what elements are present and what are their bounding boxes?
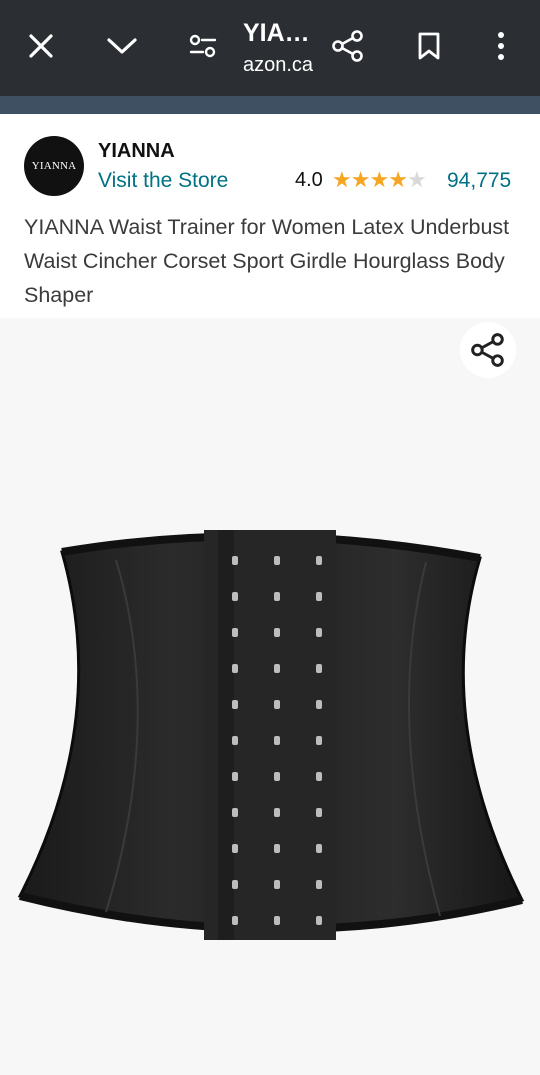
close-button[interactable] [17,22,65,70]
page-filter-icon [189,34,217,58]
brand-logo-text: YIANNA [31,160,77,172]
share-button[interactable] [324,22,372,70]
browser-top-bar: YIA… azon.ca [0,0,540,96]
product-image[interactable] [14,520,526,956]
close-icon [29,34,53,58]
star-empty-icon: ★ [406,167,427,192]
product-header: YIANNA YIANNA Visit the Store 4.0 ★★★★★ … [0,114,540,318]
more-vert-icon [498,32,504,60]
share-icon [332,30,363,62]
rating-value: 4.0 [295,169,323,191]
page-header-strip [0,96,540,114]
more-options-button[interactable] [477,22,525,70]
page-title: YIA… [243,19,310,47]
review-count-link[interactable]: 94,775 [447,169,511,193]
visit-store-link[interactable]: Visit the Store [98,169,228,193]
rating-stars[interactable]: ★★★★★ [332,167,427,193]
star-icon: ★ [388,167,408,192]
share-icon [471,333,504,367]
star-icon: ★ [332,167,352,192]
star-icon: ★ [350,167,371,192]
bookmark-button[interactable] [405,22,453,70]
page-domain: azon.ca [243,54,314,76]
image-share-button[interactable] [460,322,516,378]
chevron-down-icon [107,38,137,54]
product-title: YIANNA Waist Trainer for Women Latex Und… [24,215,510,307]
brand-logo[interactable]: YIANNA [24,136,84,196]
brand-name[interactable]: YIANNA [98,140,175,163]
bookmark-icon [418,32,440,60]
page-title-block[interactable]: YIA… azon.ca [243,18,323,78]
collapse-button[interactable] [98,22,146,70]
page-filter-button[interactable] [179,22,227,70]
star-icon: ★ [369,167,389,192]
